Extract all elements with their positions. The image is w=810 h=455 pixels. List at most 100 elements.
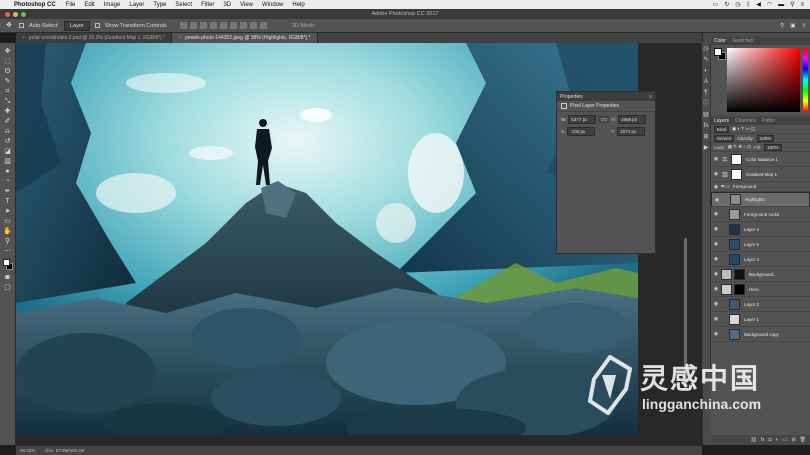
navigator-icon[interactable]: ⊞ [703, 134, 708, 140]
menu-window[interactable]: Window [262, 2, 283, 8]
visibility-eye-icon[interactable]: ◉ [713, 184, 719, 190]
menu-type[interactable]: Type [153, 2, 166, 8]
visibility-eye-icon[interactable]: ◉ [713, 156, 719, 162]
close-tab-icon[interactable]: × [22, 35, 25, 41]
align-left-icon[interactable] [209, 22, 217, 29]
volume-icon[interactable]: ◀ [756, 1, 761, 8]
tab-paths[interactable]: Paths [762, 118, 775, 124]
layer-row[interactable]: ◉ Layer 2 [711, 297, 810, 312]
tab-color[interactable]: Color [714, 38, 726, 44]
x-field[interactable]: -100 px [567, 127, 596, 136]
color-field[interactable] [727, 48, 800, 112]
tab-swatches[interactable]: Swatches [732, 38, 754, 44]
visibility-eye-icon[interactable]: ◉ [713, 286, 719, 292]
screen-icon[interactable]: ▭ [713, 1, 719, 8]
info-icon[interactable]: ⓘ [703, 101, 709, 107]
properties-tab[interactable]: Properties [560, 94, 583, 100]
minimize-window-icon[interactable] [13, 11, 18, 17]
auto-select-dropdown[interactable]: Layer [63, 20, 90, 31]
link-dimensions-button[interactable]: GO [598, 116, 610, 123]
dodge-tool-icon[interactable]: ◔ [1, 176, 15, 186]
move-tool-preset-icon[interactable]: ✥ [4, 21, 14, 31]
distribute-middle-icon[interactable] [249, 22, 257, 29]
menu-3d[interactable]: 3D [223, 2, 231, 8]
align-center-icon[interactable] [219, 22, 227, 29]
canvas-vertical-scrollbar[interactable] [684, 238, 687, 388]
blur-tool-icon[interactable]: ● [1, 166, 15, 176]
share-icon[interactable]: ⇪ [801, 23, 806, 29]
eyedropper-tool-icon[interactable]: ⤡ [1, 96, 15, 106]
properties-header[interactable]: Properties ≡ [557, 92, 655, 101]
layer-style-icon[interactable]: fx [761, 437, 765, 443]
align-top-icon[interactable] [179, 22, 187, 29]
kind-filter-dropdown[interactable]: Kind [714, 125, 730, 133]
tab-layers[interactable]: Layers [714, 118, 729, 124]
height-field[interactable]: 1666 px [617, 115, 646, 124]
foreground-color-chip[interactable] [714, 48, 722, 56]
auto-select-checkbox[interactable] [19, 23, 24, 28]
layer-row[interactable]: ◉ ⚖ Color Balance 1 [711, 152, 810, 167]
paragraph-icon[interactable]: ¶ [704, 90, 707, 96]
layer-row[interactable]: ◉ Layer 5 [711, 237, 810, 252]
menu-edit[interactable]: Edit [84, 2, 94, 8]
hue-slider[interactable] [803, 48, 808, 112]
color-swatches[interactable] [1, 258, 15, 272]
close-window-icon[interactable] [5, 11, 10, 17]
zoom-tool-icon[interactable]: ⚲ [1, 236, 15, 246]
visibility-eye-icon[interactable]: ◉ [713, 171, 719, 177]
styles-icon[interactable]: fx [704, 123, 709, 129]
menu-view[interactable]: View [240, 2, 253, 8]
visibility-eye-icon[interactable]: ◉ [713, 331, 719, 337]
layer-row[interactable]: ◉ Foreground rocks [711, 207, 810, 222]
distribute-top-icon[interactable] [239, 22, 247, 29]
add-mask-icon[interactable]: ◘ [769, 437, 772, 443]
clock-icon[interactable]: ◷ [735, 1, 740, 8]
hand-tool-icon[interactable]: ✋ [1, 226, 15, 236]
visibility-eye-icon[interactable]: ◉ [713, 226, 719, 232]
opacity-field[interactable]: 100% [756, 134, 775, 142]
foreground-color-swatch[interactable] [2, 259, 10, 266]
visibility-eye-icon[interactable]: ◉ [713, 256, 719, 262]
path-selection-tool-icon[interactable]: ➤ [1, 206, 15, 216]
clone-stamp-tool-icon[interactable]: ⍾ [1, 126, 15, 136]
visibility-eye-icon[interactable]: ◉ [713, 301, 719, 307]
battery-icon[interactable]: ▬ [778, 2, 784, 8]
layer-row[interactable]: ◉ Layer 1 [711, 312, 810, 327]
panel-menu-icon[interactable]: ≡ [649, 94, 652, 100]
pen-tool-icon[interactable]: ✒ [1, 186, 15, 196]
brush-settings-icon[interactable]: ✎ [703, 57, 708, 63]
close-tab-icon[interactable]: × [178, 35, 181, 41]
new-adjustment-icon[interactable]: ◐ [776, 437, 779, 443]
visibility-eye-icon[interactable]: ◉ [714, 197, 720, 203]
gradient-tool-icon[interactable]: ▥ [1, 156, 15, 166]
zoom-window-icon[interactable] [21, 11, 26, 17]
menu-select[interactable]: Select [175, 2, 192, 8]
more-tools-icon[interactable]: ⋯ [1, 246, 15, 256]
visibility-eye-icon[interactable]: ◉ [713, 271, 719, 277]
visibility-eye-icon[interactable]: ◉ [713, 241, 719, 247]
brush-tool-icon[interactable]: ✐ [1, 116, 15, 126]
align-bottom-icon[interactable] [199, 22, 207, 29]
tab-channels[interactable]: Channels [735, 118, 756, 124]
sync-icon[interactable]: ↻ [724, 1, 729, 8]
screen-mode-icon[interactable]: ▢ [1, 282, 15, 292]
search-icon[interactable]: ⚲ [790, 1, 794, 8]
filter-icons[interactable]: ▣ ◐ T ▭ ◫ [732, 126, 755, 132]
menu-list-icon[interactable]: ≡ [800, 2, 804, 8]
menu-help[interactable]: Help [292, 2, 304, 8]
distribute-bottom-icon[interactable] [259, 22, 267, 29]
bluetooth-icon[interactable]: ᛒ [747, 2, 751, 8]
menu-app-name[interactable]: Photoshop CC [14, 2, 56, 8]
workspace-icon[interactable]: ▣ [790, 23, 795, 29]
tab-pexels-photo[interactable]: × pexels-photo-144352.jpeg @ 38% (Highlig… [172, 33, 318, 43]
quick-select-tool-icon[interactable]: ✎ [1, 76, 15, 86]
lock-icons[interactable]: ▦ ✎ ✥ ⌂ ⊡ [728, 144, 751, 150]
tab-polar-coordinates[interactable]: × polar coordinates 2.psd @ 33.3% (Gradie… [16, 33, 173, 43]
document-canvas[interactable] [16, 43, 638, 435]
new-group-icon[interactable]: ▭ [783, 437, 788, 443]
layer-row[interactable]: ◉ Hero [711, 282, 810, 297]
visibility-eye-icon[interactable]: ◉ [713, 316, 719, 322]
layer-row[interactable]: ◉ Layer 3 [711, 252, 810, 267]
layer-row[interactable]: ◉ Background copy [711, 327, 810, 342]
libraries-icon[interactable]: ▤ [703, 112, 709, 118]
